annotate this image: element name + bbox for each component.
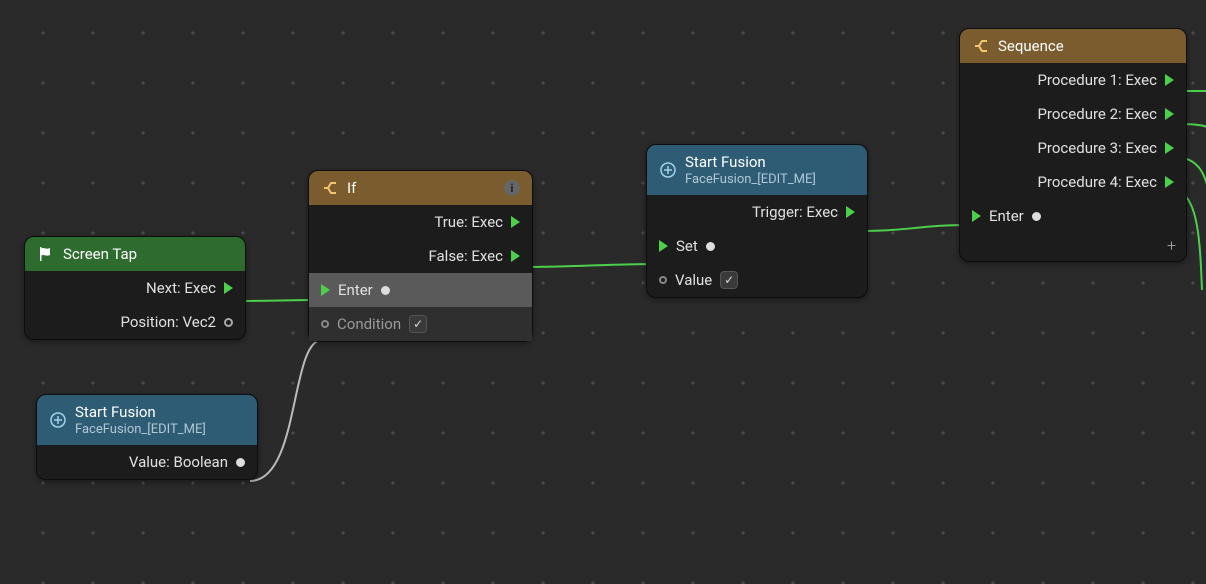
exec-in-icon[interactable] [972,210,981,222]
node-title: Start Fusion [685,153,816,171]
output-proc4[interactable]: Procedure 4: Exec [960,165,1186,199]
exec-in-icon[interactable] [321,284,330,296]
exec-out-icon[interactable] [511,250,520,262]
input-enter[interactable]: Enter [309,273,532,307]
node-screen-tap[interactable]: Screen Tap Next: Exec Position: Vec2 [24,236,246,340]
output-position[interactable]: Position: Vec2 [25,305,245,339]
node-subtitle: FaceFusion_[EDIT_ME] [685,172,816,187]
data-out-icon[interactable] [236,458,245,467]
exec-out-icon[interactable] [1165,176,1174,188]
node-title: Start Fusion [75,403,206,421]
plus-circle-icon [659,161,677,179]
data-in-icon[interactable] [321,320,329,328]
node-canvas[interactable]: Screen Tap Next: Exec Position: Vec2 Sta… [0,0,1206,584]
node-if[interactable]: If i True: Exec False: Exec Enter Condit… [308,170,533,342]
branch-icon [321,179,339,197]
node-sequence[interactable]: Sequence Procedure 1: Exec Procedure 2: … [959,28,1187,262]
status-dot-icon [1032,212,1041,221]
exec-out-icon[interactable] [1165,142,1174,154]
output-proc1[interactable]: Procedure 1: Exec [960,63,1186,97]
node-header[interactable]: Start Fusion FaceFusion_[EDIT_ME] [647,145,867,195]
exec-out-icon[interactable] [224,282,233,294]
node-header[interactable]: If i [309,171,532,205]
output-proc3[interactable]: Procedure 3: Exec [960,131,1186,165]
exec-out-icon[interactable] [511,216,520,228]
output-proc2[interactable]: Procedure 2: Exec [960,97,1186,131]
node-header[interactable]: Start Fusion FaceFusion_[EDIT_ME] [37,395,257,445]
data-in-icon[interactable] [659,276,667,284]
node-header[interactable]: Sequence [960,29,1186,63]
input-enter[interactable]: Enter [960,199,1186,233]
output-next[interactable]: Next: Exec [25,271,245,305]
branch-icon [972,37,990,55]
node-subtitle: FaceFusion_[EDIT_ME] [75,422,206,437]
exec-out-icon[interactable] [1165,74,1174,86]
input-value[interactable]: Value ✓ [647,263,867,297]
status-dot-icon [706,242,715,251]
node-title: Screen Tap [63,245,137,263]
add-output-button[interactable]: + [1167,236,1176,255]
node-start-fusion-var[interactable]: Start Fusion FaceFusion_[EDIT_ME] Value:… [36,394,258,480]
data-out-icon[interactable] [224,318,233,327]
status-dot-icon [381,286,390,295]
node-header[interactable]: Screen Tap [25,237,245,271]
output-true[interactable]: True: Exec [309,205,532,239]
node-title: If [347,179,356,197]
output-false[interactable]: False: Exec [309,239,532,273]
node-start-fusion-set[interactable]: Start Fusion FaceFusion_[EDIT_ME] Trigge… [646,144,868,298]
info-icon[interactable]: i [504,180,520,196]
node-title: Sequence [998,37,1064,55]
input-set[interactable]: Set [647,229,867,263]
exec-out-icon[interactable] [1165,108,1174,120]
input-condition[interactable]: Condition ✓ [309,307,532,341]
value-checkbox[interactable]: ✓ [720,271,738,289]
flag-icon [37,245,55,263]
output-trigger[interactable]: Trigger: Exec [647,195,867,229]
exec-out-icon[interactable] [846,206,855,218]
output-value[interactable]: Value: Boolean [37,445,257,479]
plus-circle-icon [49,411,67,429]
exec-in-icon[interactable] [659,240,668,252]
condition-checkbox[interactable]: ✓ [409,315,427,333]
